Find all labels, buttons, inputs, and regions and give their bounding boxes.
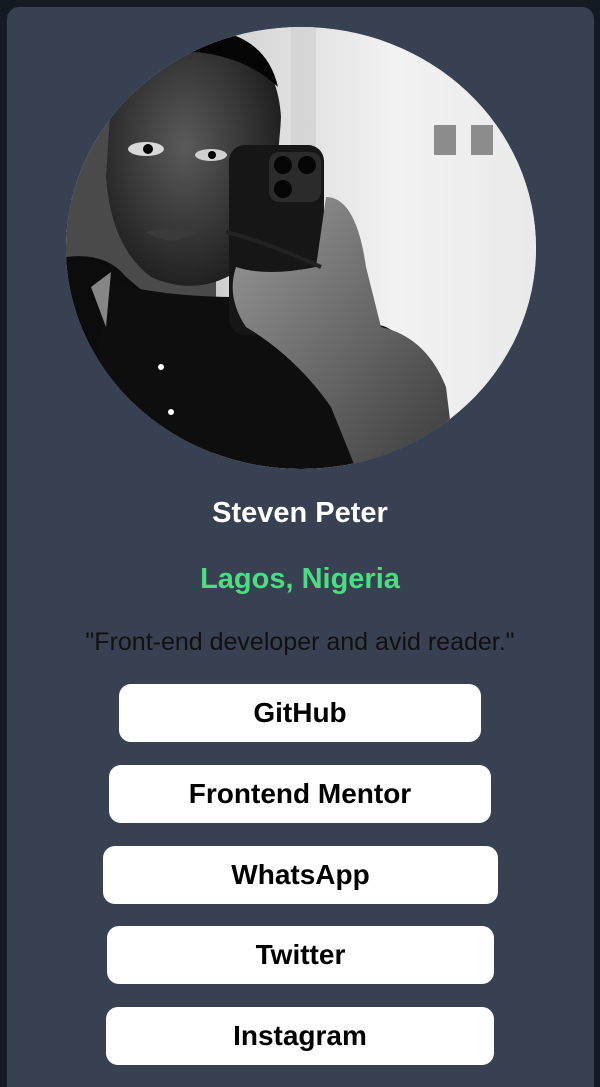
profile-location: Lagos, Nigeria [200, 563, 400, 595]
whatsapp-link-button[interactable]: WhatsApp [103, 846, 498, 904]
frontend-mentor-link-button[interactable]: Frontend Mentor [109, 765, 491, 823]
twitter-link-button[interactable]: Twitter [107, 926, 494, 984]
instagram-link-button[interactable]: Instagram [106, 1007, 494, 1065]
avatar [66, 27, 536, 469]
profile-bio: "Front-end developer and avid reader." [85, 628, 515, 656]
github-link-button[interactable]: GitHub [119, 684, 481, 742]
avatar-photo [66, 27, 536, 469]
profile-name: Steven Peter [212, 497, 388, 529]
